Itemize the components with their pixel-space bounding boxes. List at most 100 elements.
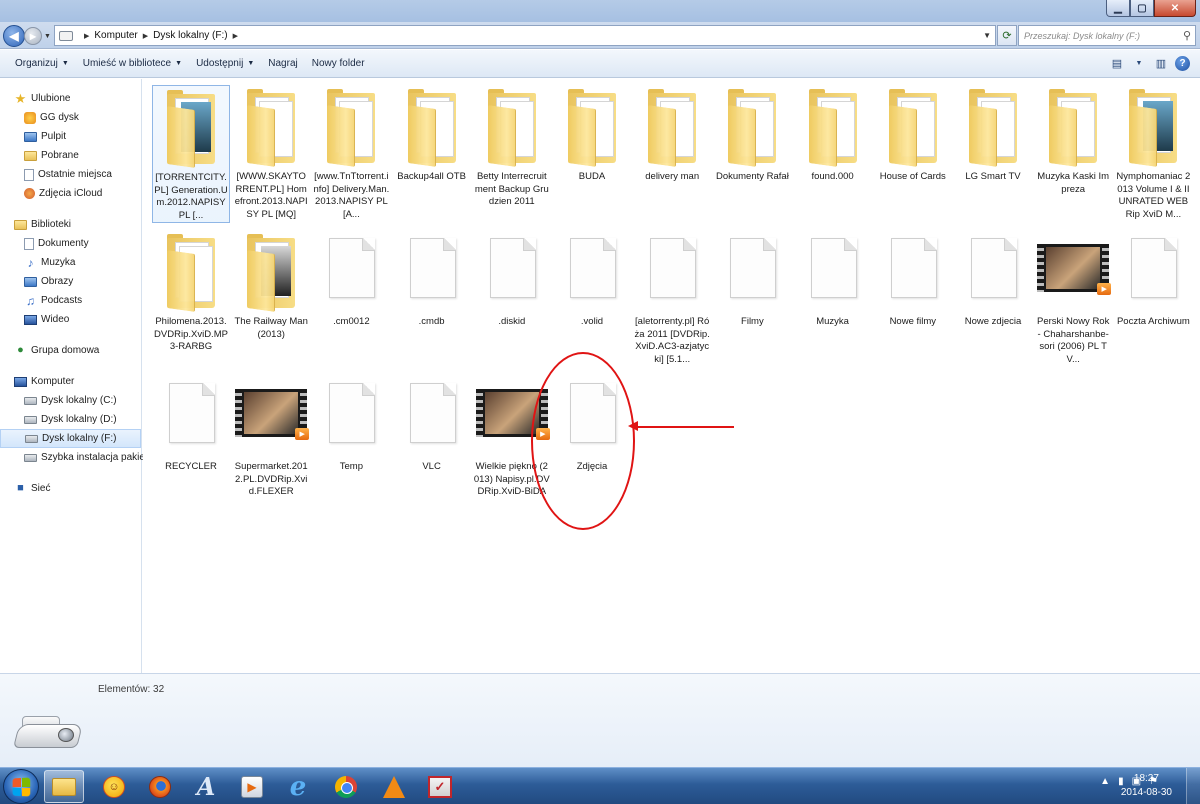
file-item[interactable]: ▶ Perski Nowy Rok - Chaharshanbe-sori (20… <box>1034 230 1112 366</box>
preview-pane-icon[interactable]: ▥ <box>1153 55 1169 71</box>
nav-quick-install[interactable]: Szybka instalacja pakietu <box>0 448 153 467</box>
file-item[interactable]: House of Cards <box>874 85 952 184</box>
file-item[interactable]: .volid <box>553 230 631 329</box>
new-folder-label: Nowy folder <box>311 58 365 69</box>
nav-recent-places[interactable]: Ostatnie miejsca <box>0 165 141 184</box>
file-item[interactable]: [WWW.SKAYTORRENT.PL] Homefront.2013.NAPI… <box>232 85 310 221</box>
nav-desktop[interactable]: Pulpit <box>0 127 141 146</box>
window-titlebar[interactable]: ▁ ▢ ✕ <box>0 0 1200 22</box>
file-item[interactable]: .diskid <box>473 230 551 329</box>
file-name: [www.TnTtorrent.info] Delivery.Man.2013.… <box>313 171 390 220</box>
folder-icon <box>883 89 943 167</box>
taskbar-red-app[interactable]: ✓ <box>420 770 460 803</box>
taskbar-media-player[interactable]: ▶ <box>232 770 272 803</box>
drive-icon <box>59 30 73 41</box>
chevron-right-icon[interactable]: ▶ <box>84 32 89 40</box>
drive-device-icon <box>13 710 84 760</box>
nav-favorites[interactable]: ★ Ulubione <box>0 89 141 108</box>
breadcrumb-computer[interactable]: Komputer <box>94 30 137 41</box>
back-button[interactable]: ◀ <box>3 25 25 47</box>
search-input[interactable] <box>1024 30 1174 41</box>
show-desktop-button[interactable] <box>1186 768 1200 804</box>
address-history-dropdown[interactable]: ▼ <box>983 31 991 40</box>
nav-drive-f[interactable]: Dysk lokalny (F:) <box>0 429 141 448</box>
address-bar[interactable]: ▶ Komputer ▶ Dysk lokalny (F:) ▶ ▼ <box>54 25 996 46</box>
help-icon[interactable]: ? <box>1175 55 1190 71</box>
file-item[interactable]: Filmy <box>713 230 791 329</box>
folder-icon <box>482 89 542 167</box>
annotation-arrow-head <box>628 421 638 431</box>
file-item[interactable]: RECYCLER <box>152 375 230 474</box>
file-item[interactable]: delivery man <box>633 85 711 184</box>
organize-menu[interactable]: Organizuj ▼ <box>8 53 76 75</box>
search-icon[interactable]: ⚲ <box>1183 29 1191 42</box>
include-in-library-menu[interactable]: Umieść w bibliotece ▼ <box>76 53 189 75</box>
taskbar-gadu-gadu[interactable]: ☺ <box>94 770 134 803</box>
file-item[interactable]: Nowe zdjecia <box>954 230 1032 329</box>
nav-drive-d[interactable]: Dysk lokalny (D:) <box>0 410 141 429</box>
taskbar-explorer[interactable] <box>44 770 84 803</box>
file-item[interactable]: Nowe filmy <box>874 230 952 329</box>
nav-computer[interactable]: Komputer <box>0 372 141 391</box>
chevron-right-icon[interactable]: ▶ <box>143 32 148 40</box>
nav-icloud-photos[interactable]: Zdjęcia iCloud <box>0 184 141 203</box>
file-item[interactable]: Betty Interrecruitment Backup Grudzien 2… <box>473 85 551 209</box>
file-item[interactable]: Muzyka Kaski Impreza <box>1034 85 1112 196</box>
recent-pages-dropdown[interactable]: ▼ <box>44 33 51 40</box>
nav-gg-drive[interactable]: GG dysk <box>0 108 141 127</box>
file-item[interactable]: Backup4all OTB <box>393 85 471 184</box>
taskbar-firefox[interactable] <box>140 770 180 803</box>
taskbar-chrome[interactable] <box>326 770 366 803</box>
file-item[interactable]: BUDA <box>553 85 631 184</box>
file-item[interactable]: .cmdb <box>393 230 471 329</box>
file-item[interactable]: Dokumenty Rafał <box>713 85 791 184</box>
file-item[interactable]: [www.TnTtorrent.info] Delivery.Man.2013.… <box>312 85 390 221</box>
nav-documents[interactable]: Dokumenty <box>0 234 141 253</box>
file-item[interactable]: [aletorrenty.pl] Róża 2011 [DVDRip.XviD.… <box>633 230 711 366</box>
more-views-dropdown[interactable]: ▼ <box>1131 55 1147 71</box>
forward-button[interactable]: ▶ <box>24 27 42 45</box>
clock-time: 18:27 <box>1133 773 1159 784</box>
nav-podcasts[interactable]: ♫ Podcasts <box>0 291 141 310</box>
file-item[interactable]: [TORRENTCITY.PL] Generation.Um.2012.NAPI… <box>152 85 230 223</box>
item-count: Elementów: 32 <box>98 684 165 695</box>
file-list-pane[interactable]: [TORRENTCITY.PL] Generation.Um.2012.NAPI… <box>143 79 1200 673</box>
taskbar-internet-explorer[interactable]: e <box>278 770 318 803</box>
file-item[interactable]: Poczta Archiwum <box>1114 230 1192 329</box>
share-menu[interactable]: Udostępnij ▼ <box>189 53 261 75</box>
maximize-button[interactable]: ▢ <box>1130 0 1154 17</box>
file-name: .volid <box>580 316 604 327</box>
nav-libraries[interactable]: Biblioteki <box>0 215 141 234</box>
change-view-icon[interactable]: ▤ <box>1109 55 1125 71</box>
start-button[interactable] <box>3 769 39 804</box>
nav-pictures[interactable]: Obrazy <box>0 272 141 291</box>
file-item[interactable]: Philomena.2013.DVDRip.XviD.MP3-RARBG <box>152 230 230 354</box>
nav-downloads[interactable]: Pobrane <box>0 146 141 165</box>
file-item[interactable]: VLC <box>393 375 471 474</box>
minimize-button[interactable]: ▁ <box>1106 0 1130 17</box>
nav-videos[interactable]: Wideo <box>0 310 141 329</box>
taskbar-a-app[interactable]: A <box>186 770 226 803</box>
file-item[interactable]: ▶ Supermarket.2012.PL.DVDRip.Xvid.FLEXER <box>232 375 310 499</box>
file-item[interactable]: LG Smart TV <box>954 85 1032 184</box>
chevron-right-icon[interactable]: ▶ <box>233 32 238 40</box>
file-item[interactable]: .cm0012 <box>312 230 390 329</box>
refresh-button[interactable]: ⟳ <box>997 25 1017 46</box>
new-folder-button[interactable]: Nowy folder <box>305 53 372 75</box>
close-button[interactable]: ✕ <box>1154 0 1196 17</box>
file-item[interactable]: found.000 <box>794 85 872 184</box>
nav-network[interactable]: ■ Sieć <box>0 479 141 498</box>
file-item[interactable]: The Railway Man (2013) <box>232 230 310 341</box>
file-item[interactable]: Nymphomaniac 2013 Volume I & II UNRATED … <box>1114 85 1192 221</box>
nav-homegroup[interactable]: ● Grupa domowa <box>0 341 141 360</box>
nav-music[interactable]: ♪ Muzyka <box>0 253 141 272</box>
taskbar-vlc[interactable] <box>374 770 414 803</box>
breadcrumb-drive-f[interactable]: Dysk lokalny (F:) <box>153 30 227 41</box>
nav-drive-c[interactable]: Dysk lokalny (C:) <box>0 391 141 410</box>
search-box[interactable]: ⚲ <box>1018 25 1196 46</box>
burn-button[interactable]: Nagraj <box>261 53 304 75</box>
clock[interactable]: 18:27 2014-08-30 <box>1121 772 1172 800</box>
file-item[interactable]: Muzyka <box>794 230 872 329</box>
show-hidden-icons-icon[interactable]: ▲ <box>1100 776 1110 787</box>
file-item[interactable]: Temp <box>312 375 390 474</box>
